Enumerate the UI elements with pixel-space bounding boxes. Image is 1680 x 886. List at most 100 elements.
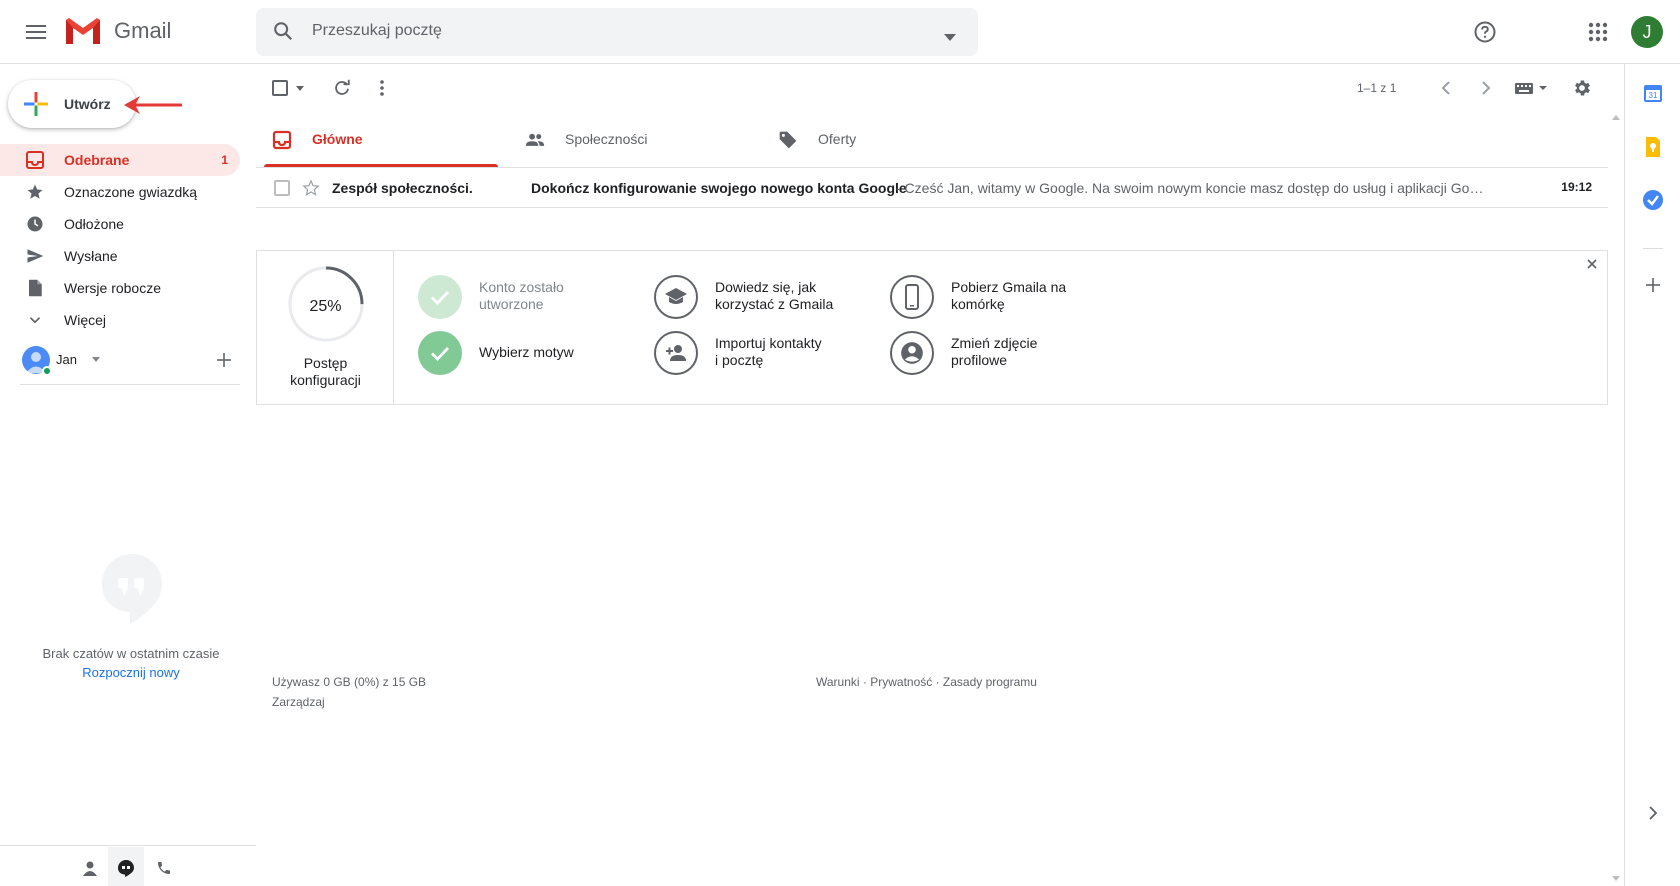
step-label: Dowiedz się, jak korzystać z Gmaila [715, 279, 833, 313]
gmail-m-icon [66, 18, 100, 44]
tag-icon [779, 131, 797, 149]
step-line2: utworzone [479, 296, 544, 312]
annotation-arrow-icon [124, 96, 182, 114]
nav-label: Oznaczone gwiazdką [64, 184, 198, 200]
compose-button[interactable]: Utwórz [8, 80, 136, 128]
footer-links[interactable]: Warunki · Prywatność · Zasady programu [816, 675, 1037, 689]
step-line1: Pobierz Gmaila na [951, 279, 1067, 295]
account-avatar[interactable]: J [1631, 16, 1663, 48]
inbox-icon [26, 151, 44, 169]
start-new-chat-link[interactable]: Rozpocznij nowy [0, 665, 262, 680]
step-line1: Zmień zdjęcie [951, 335, 1038, 351]
tab-social[interactable]: Społeczności [509, 112, 749, 168]
nav-item-inbox[interactable]: Odebrane 1 [0, 144, 240, 176]
apps-grid-icon[interactable] [1584, 18, 1612, 46]
step-import-contacts[interactable]: Importuj kontakty i pocztę [654, 331, 874, 379]
star-icon [27, 184, 43, 199]
main-menu-icon[interactable] [20, 16, 52, 48]
manage-storage-link[interactable]: Zarządzaj [272, 695, 325, 709]
online-status-dot [42, 366, 52, 376]
category-tabs: Główne Społeczności Oferty [256, 112, 1608, 168]
more-options-icon[interactable] [372, 78, 392, 98]
progress-label-line1: Postęp [303, 355, 348, 371]
step-line2: i pocztę [715, 352, 764, 368]
refresh-icon[interactable] [332, 78, 352, 98]
help-icon[interactable] [1471, 18, 1499, 46]
progress-label: Postęp konfiguracji [257, 355, 394, 389]
chevron-right-icon[interactable] [1476, 78, 1496, 98]
keep-icon[interactable] [1642, 136, 1664, 158]
step-account-created: Konto zostało utworzone [418, 275, 638, 323]
step-line1: Wybierz motyw [479, 344, 574, 360]
divider [1643, 248, 1663, 249]
nav-item-sent[interactable]: Wysłane [0, 240, 240, 272]
tab-label: Główne [312, 131, 363, 147]
storage-usage: Używasz 0 GB (0%) z 15 GB [272, 675, 427, 689]
check-icon [418, 275, 462, 319]
hangouts-quote-icon [102, 554, 162, 624]
active-tab-indicator [264, 164, 498, 167]
app-name: Gmail [114, 18, 172, 43]
nav-item-starred[interactable]: Oznaczone gwiazdką [0, 176, 240, 208]
search-bar[interactable]: Przeszukaj pocztę [256, 8, 978, 56]
pagination-text: 1–1 z 1 [1357, 81, 1397, 95]
tab-label: Społeczności [565, 131, 648, 147]
settings-gear-icon[interactable] [1572, 78, 1592, 98]
search-options-icon[interactable] [944, 28, 956, 44]
star-outline-icon[interactable] [302, 179, 320, 197]
nav-label: Wersje robocze [64, 280, 162, 296]
new-chat-plus-icon[interactable] [214, 350, 234, 370]
expand-panel-chevron-icon[interactable] [1642, 802, 1664, 824]
tab-label: Oferty [818, 131, 857, 147]
step-line1: Dowiedz się, jak [715, 279, 817, 295]
nav-item-drafts[interactable]: Wersje robocze [0, 272, 240, 304]
scrollbar[interactable] [1608, 112, 1624, 886]
hangouts-chat-icon[interactable] [116, 858, 136, 878]
add-person-icon [654, 331, 698, 375]
nav-label: Odłożone [64, 216, 124, 232]
clock-icon [27, 216, 43, 232]
tasks-icon[interactable] [1642, 189, 1664, 211]
account-circle-icon [890, 331, 934, 375]
step-change-photo[interactable]: Zmień zdjęcie profilowe [890, 331, 1110, 379]
email-row[interactable]: Zespół społeczności. Dokończ konfigurowa… [256, 168, 1608, 208]
tab-primary[interactable]: Główne [256, 112, 496, 168]
nav-label: Wysłane [64, 248, 118, 264]
step-line2: komórkę [951, 296, 1005, 312]
step-label: Importuj kontakty i pocztę [715, 335, 822, 369]
calendar-icon[interactable]: 31 [1642, 82, 1664, 104]
hangouts-bottom-bar [0, 845, 256, 886]
message-toolbar [256, 64, 1608, 112]
chevron-left-icon[interactable] [1436, 78, 1456, 98]
nav-item-snoozed[interactable]: Odłożone [0, 208, 240, 240]
nav-label: Więcej [64, 312, 107, 328]
add-addon-plus-icon[interactable] [1642, 274, 1664, 296]
contacts-person-icon[interactable] [80, 858, 100, 878]
top-bar: Gmail Przeszukaj pocztę J [0, 0, 1680, 64]
tab-promotions[interactable]: Oferty [762, 112, 1002, 168]
step-line2: profilowe [951, 352, 1008, 368]
gmail-logo[interactable]: Gmail [64, 16, 171, 46]
email-checkbox[interactable] [274, 180, 290, 196]
nav-item-more[interactable]: Więcej [0, 304, 240, 336]
draft-icon [29, 279, 42, 297]
close-icon[interactable] [1585, 257, 1599, 271]
step-line1: Importuj kontakty [715, 335, 822, 351]
step-learn-gmail[interactable]: Dowiedz się, jak korzystać z Gmaila [654, 275, 874, 323]
unread-count: 1 [221, 153, 228, 167]
left-nav: Odebrane 1 Oznaczone gwiazdką Odłożone W… [0, 144, 240, 336]
inbox-icon [272, 130, 292, 150]
step-choose-theme[interactable]: Wybierz motyw [418, 331, 638, 379]
step-get-mobile-app[interactable]: Pobierz Gmaila na komórkę [890, 275, 1110, 323]
search-icon[interactable] [272, 20, 294, 45]
keyboard-input-icon[interactable] [1512, 78, 1552, 98]
select-all-checkbox[interactable] [270, 78, 290, 98]
caret-down-icon[interactable] [92, 357, 100, 362]
search-input[interactable]: Przeszukaj pocztę [312, 22, 442, 40]
step-line1: Konto zostało [479, 279, 564, 295]
hangouts-user-name[interactable]: Jan [56, 352, 77, 367]
step-label: Wybierz motyw [479, 344, 574, 361]
side-panel: 31 [1624, 64, 1680, 886]
phone-call-icon[interactable] [154, 858, 174, 878]
select-options-caret-icon[interactable] [290, 78, 310, 98]
